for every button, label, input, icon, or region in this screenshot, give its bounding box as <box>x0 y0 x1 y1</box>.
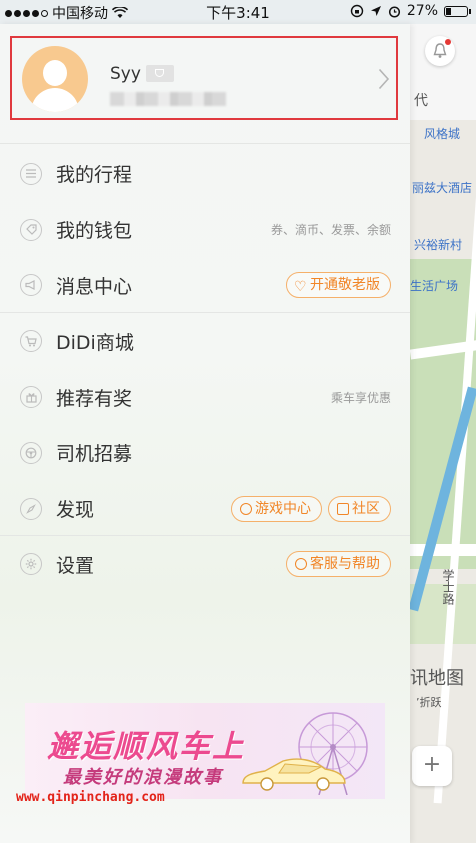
menu-item-label: DiDi商城 <box>56 331 134 354</box>
banner-title: 邂逅顺风车上 <box>47 729 245 765</box>
rotation-lock-icon <box>350 4 364 18</box>
gift-icon <box>20 386 42 409</box>
menu-item-my-wallet[interactable]: 我的钱包 券、滴币、发票、余额 <box>0 202 410 258</box>
map-label: 代 <box>414 93 428 109</box>
map-label: 兴裕新村 <box>414 238 463 252</box>
heart-icon <box>294 274 307 300</box>
menu-item-discover[interactable]: 发现 游戏中心 社区 <box>0 481 410 537</box>
battery-icon <box>444 5 471 17</box>
menu-item-label: 我的行程 <box>56 164 133 187</box>
gear-icon <box>20 553 42 576</box>
chevron-right-icon[interactable] <box>378 68 390 90</box>
menu-item-label: 我的钱包 <box>56 220 133 243</box>
menu-item-driver-recruitment[interactable]: 司机招募 <box>0 425 410 481</box>
pill-label: 社区 <box>352 500 380 517</box>
cart-icon <box>20 330 42 353</box>
senior-mode-button[interactable]: 开通敬老版 <box>286 272 391 300</box>
steering-wheel-icon <box>20 441 42 464</box>
battery-percent: 27% <box>406 3 438 19</box>
pill-label: 游戏中心 <box>255 500 311 517</box>
avatar[interactable] <box>22 46 88 112</box>
zoom-in-button[interactable]: + <box>412 746 452 786</box>
compass-icon <box>20 497 42 520</box>
drawer-menu: 我的行程 我的钱包 券、滴币、发票、余额 消息中心 开通敬老版 <box>0 146 410 592</box>
avatar-body-shape <box>31 88 79 112</box>
divider <box>0 143 410 144</box>
pill-group: 开通敬老版 <box>286 272 391 300</box>
member-badge-icon <box>146 65 174 82</box>
notification-bell-icon[interactable] <box>425 36 455 66</box>
masked-phone-number <box>110 92 226 106</box>
pill-label: 客服与帮助 <box>310 556 380 573</box>
pill-group: 游戏中心 社区 <box>231 495 391 522</box>
pill-label: 开通敬老版 <box>310 277 380 294</box>
wallet-tag-icon <box>20 218 42 241</box>
map-label: 生活广场 <box>410 279 459 293</box>
menu-item-didi-mall[interactable]: DiDi商城 <box>0 313 410 369</box>
menu-item-settings[interactable]: 设置 客服与帮助 <box>0 537 410 593</box>
menu-item-label: 发现 <box>56 499 95 522</box>
menu-item-referral-rewards[interactable]: 推荐有奖 乘车享优惠 <box>0 369 410 425</box>
map-label: 丽兹大酒店 <box>412 181 473 195</box>
game-center-button[interactable]: 游戏中心 <box>231 495 322 522</box>
divider <box>0 312 410 313</box>
community-icon <box>337 502 349 515</box>
watermark: www.qinpinchang.com <box>16 790 165 805</box>
menu-item-label: 消息中心 <box>56 275 133 298</box>
menu-item-subtitle: 乘车享优惠 <box>330 390 391 405</box>
status-right: 27% <box>350 3 471 19</box>
promo-banner[interactable]: 邂逅顺风车上 最美好的浪漫故事 <box>25 703 385 799</box>
alarm-icon <box>388 5 400 18</box>
game-center-icon <box>240 502 252 515</box>
menu-item-subtitle: 券、滴币、发票、余额 <box>270 223 391 238</box>
divider <box>0 535 410 536</box>
profile-card[interactable]: Syy <box>10 36 398 120</box>
car-illustration <box>242 758 346 791</box>
avatar-head-shape <box>43 60 67 86</box>
menu-item-message-center[interactable]: 消息中心 开通敬老版 <box>0 258 410 314</box>
map-label: ʼ折跃 <box>416 696 442 709</box>
help-question-icon <box>295 558 307 571</box>
map-label: 风格城 <box>424 127 461 141</box>
megaphone-icon <box>20 274 42 297</box>
map-road <box>410 544 476 556</box>
list-icon <box>20 162 42 185</box>
status-bar: 中国移动 下午3:41 27% <box>0 0 476 24</box>
map-label: 学士路 <box>441 569 455 605</box>
map-label: 讯地图 <box>410 668 464 689</box>
menu-item-my-trips[interactable]: 我的行程 <box>0 146 410 202</box>
community-button[interactable]: 社区 <box>328 495 391 522</box>
menu-item-label: 推荐有奖 <box>56 387 133 410</box>
username: Syy <box>110 64 141 84</box>
banner-subtitle: 最美好的浪漫故事 <box>63 767 223 788</box>
map-view[interactable]: 代 风格城 丽兹大酒店 兴裕新村 生活广场 学士路 讯地图 ʼ折跃 + <box>410 24 476 843</box>
menu-item-label: 设置 <box>56 554 95 577</box>
customer-service-button[interactable]: 客服与帮助 <box>286 551 391 578</box>
location-arrow-icon <box>370 6 381 16</box>
pill-group: 客服与帮助 <box>286 551 391 578</box>
menu-item-label: 司机招募 <box>56 443 133 466</box>
